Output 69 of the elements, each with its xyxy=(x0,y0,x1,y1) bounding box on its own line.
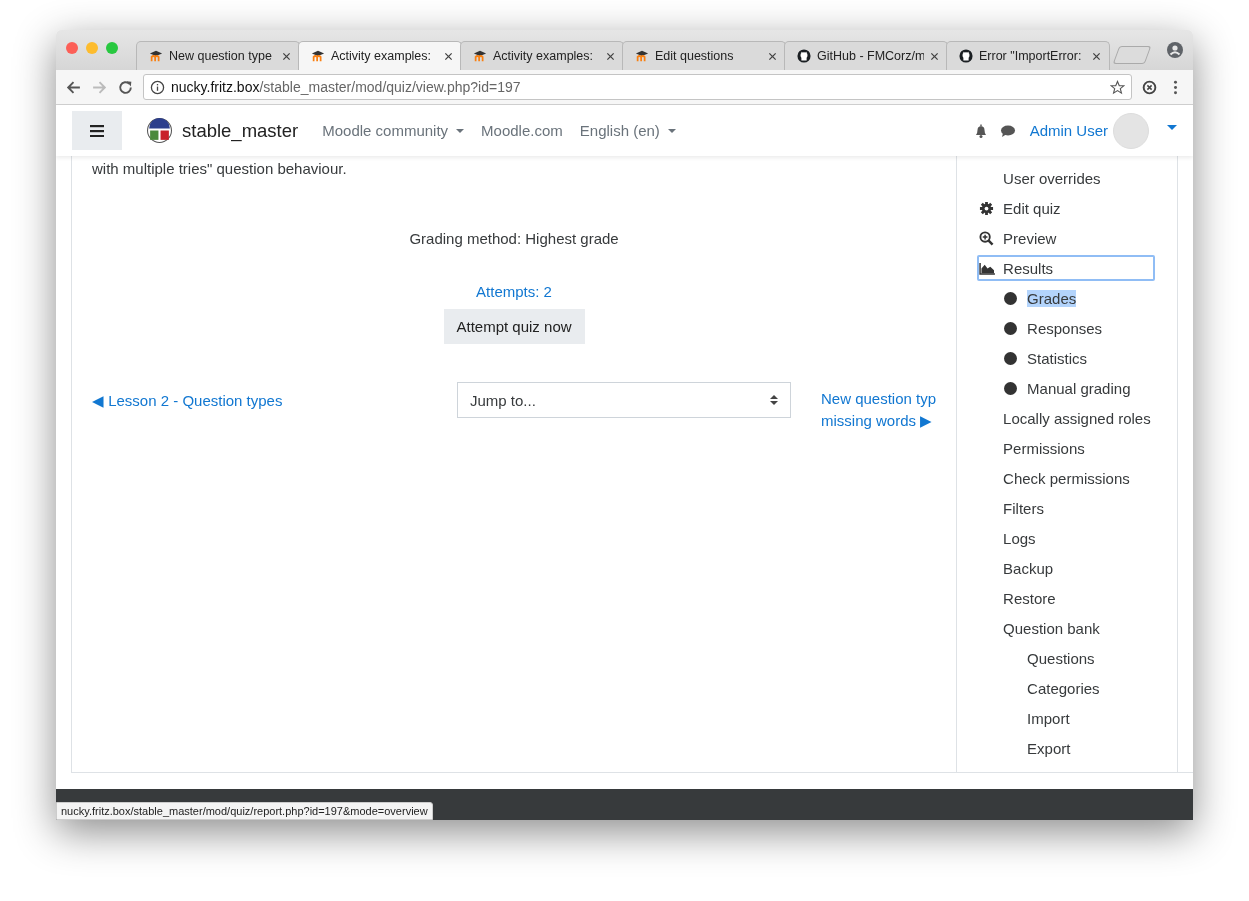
bullet-icon xyxy=(1004,291,1018,305)
caret-icon xyxy=(667,128,676,133)
admin-menu-item[interactable]: Responses xyxy=(977,315,1156,341)
admin-menu-item[interactable]: Check permissions xyxy=(977,465,1156,491)
next-activity-link[interactable]: New question typ missing words ▶ xyxy=(821,388,937,432)
jump-to-select[interactable]: Jump to... xyxy=(457,382,791,418)
caret-icon xyxy=(456,128,465,133)
browser-tab[interactable]: Edit questions xyxy=(622,41,786,70)
browser-tab[interactable]: Activity examples: xyxy=(460,41,624,70)
admin-menu-item[interactable]: Filters xyxy=(977,495,1156,521)
status-url: nucky.fritz.box/stable_master/mod/quiz/report.php?id=197&mode=overview xyxy=(56,802,433,820)
admin-menu-item[interactable]: Restore xyxy=(977,585,1156,611)
admin-menu-item[interactable]: Locally assigned roles xyxy=(977,405,1156,431)
grading-method: Grading method: Highest grade xyxy=(408,230,620,247)
mortarboard-icon xyxy=(473,49,487,63)
admin-menu-item[interactable]: Export xyxy=(977,735,1156,761)
bullet-icon xyxy=(1004,351,1018,365)
browser-tab[interactable]: GitHub - FMCorz/m xyxy=(784,41,948,70)
site-name[interactable]: stable_master xyxy=(182,119,299,142)
area-chart-icon xyxy=(979,261,997,275)
mortarboard-icon xyxy=(635,49,649,63)
browser-tab[interactable]: Activity examples: xyxy=(298,41,462,70)
mortarboard-icon xyxy=(149,49,163,63)
bullet-icon xyxy=(1004,381,1018,395)
admin-menu-item[interactable]: Import xyxy=(977,705,1156,731)
close-icon[interactable] xyxy=(1092,51,1101,61)
menu-button[interactable] xyxy=(72,111,122,150)
close-icon[interactable] xyxy=(606,51,615,61)
close-icon[interactable] xyxy=(768,51,777,61)
mortarboard-icon xyxy=(311,49,325,63)
browser-tab[interactable]: New question type xyxy=(136,41,300,70)
user-name[interactable]: Admin User xyxy=(1029,122,1108,139)
info-icon[interactable] xyxy=(150,79,165,95)
settings-icon xyxy=(979,200,995,216)
admin-menu-item[interactable]: Categories xyxy=(977,675,1156,701)
address-bar[interactable]: nucky.fritz.box/stable_master/mod/quiz/view.php?id=197 xyxy=(143,74,1132,100)
logo-icon[interactable] xyxy=(147,118,172,143)
profile-icon[interactable] xyxy=(1167,42,1183,58)
admin-menu-item[interactable]: Backup xyxy=(977,555,1156,581)
nav-link[interactable]: Moodle community xyxy=(322,122,465,139)
reload-icon[interactable] xyxy=(117,78,134,96)
caret-icon[interactable] xyxy=(1167,125,1177,130)
nav-link[interactable]: Moodle.com xyxy=(481,122,563,139)
admin-menu-item[interactable]: Questions xyxy=(977,645,1156,671)
intro-text: with multiple tries" question behaviour. xyxy=(92,160,348,177)
star-icon[interactable] xyxy=(1110,79,1125,95)
admin-menu-item[interactable]: Edit quiz xyxy=(977,195,1156,221)
admin-menu-item[interactable]: Preview xyxy=(977,225,1156,251)
close-icon[interactable] xyxy=(444,51,453,61)
nav-link[interactable]: English (en) xyxy=(579,122,676,139)
menu-icon xyxy=(90,124,104,137)
admin-menu-item[interactable]: Question bank xyxy=(977,615,1156,641)
admin-menu-item[interactable]: Logs xyxy=(977,525,1156,551)
admin-menu-item[interactable]: User overrides xyxy=(977,165,1156,191)
sync-icon[interactable] xyxy=(1141,78,1158,96)
close-icon[interactable] xyxy=(930,51,939,61)
previous-activity-link[interactable]: ◀ Lesson 2 - Question types xyxy=(92,392,457,410)
admin-menu-item[interactable]: Permissions xyxy=(977,435,1156,461)
admin-menu-item[interactable]: Grades xyxy=(977,285,1156,311)
admin-menu-item[interactable]: Manual grading xyxy=(977,375,1156,401)
browser-tab[interactable]: Error "ImportError: xyxy=(946,41,1110,70)
admin-menu-item[interactable]: Results xyxy=(977,255,1156,281)
attempts-link[interactable]: Attempts: 2 xyxy=(476,283,552,300)
admin-menu-item[interactable]: Statistics xyxy=(977,345,1156,371)
close-icon[interactable] xyxy=(282,51,291,61)
attempt-quiz-button[interactable]: Attempt quiz now xyxy=(443,309,585,344)
sort-icon xyxy=(770,394,778,406)
bullet-icon xyxy=(1004,321,1018,335)
zoom-in-icon xyxy=(979,230,995,246)
